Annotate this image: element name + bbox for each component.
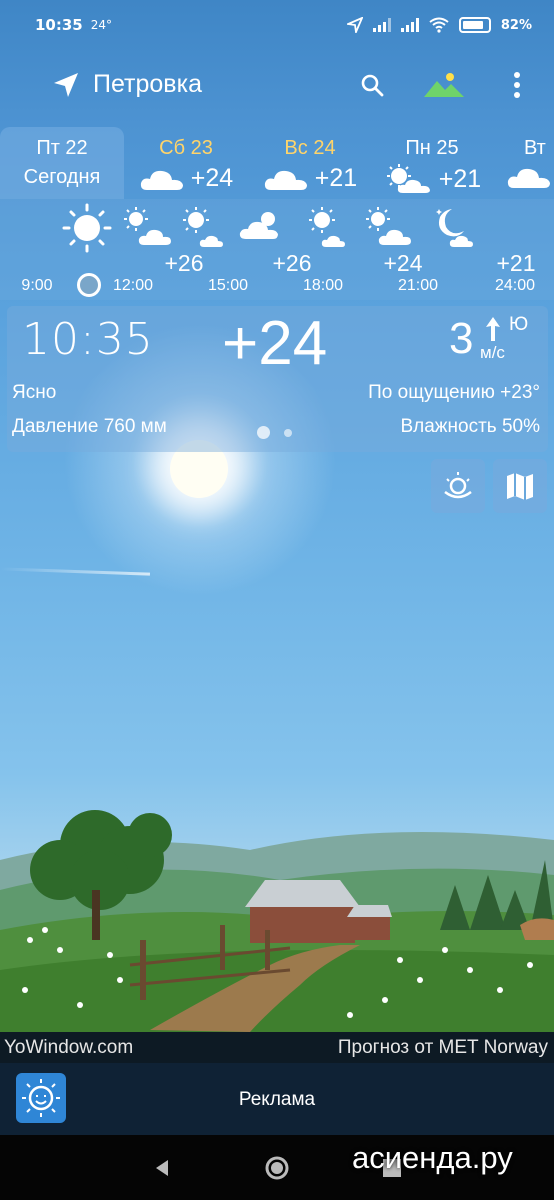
cloud-icon bbox=[264, 170, 307, 190]
location-arrow-icon bbox=[346, 17, 363, 33]
sun-cloud-icon bbox=[124, 207, 171, 245]
day-name: Вс 24 bbox=[284, 137, 336, 159]
current-time-marker[interactable] bbox=[77, 273, 101, 297]
hourly-time: 15:00 bbox=[207, 277, 249, 294]
more-vert-icon bbox=[514, 72, 520, 98]
status-icons: 82% bbox=[346, 17, 532, 33]
more-options-button[interactable] bbox=[500, 68, 534, 102]
cloud-icon bbox=[507, 168, 550, 188]
day-tab-sat[interactable]: Сб 23 +24 bbox=[126, 127, 246, 199]
page-indicator bbox=[257, 426, 292, 439]
cloud-icon bbox=[140, 170, 183, 190]
day-today-label: Сегодня bbox=[23, 166, 101, 188]
page-dot-active bbox=[257, 426, 270, 439]
condition-text: Ясно bbox=[12, 382, 57, 403]
map-button[interactable] bbox=[493, 459, 547, 513]
day-tab-tue[interactable]: Вт bbox=[500, 127, 554, 199]
sun-cloud-icon bbox=[386, 164, 430, 193]
hourly-time: 12:00 bbox=[112, 277, 154, 294]
hourly-time: 18:00 bbox=[302, 277, 344, 294]
pressure-text: Давление 760 мм bbox=[12, 416, 167, 437]
city-name[interactable]: Петровка bbox=[93, 70, 202, 99]
map-icon bbox=[507, 473, 533, 500]
wind-speed: 3 bbox=[449, 314, 474, 363]
wifi-icon bbox=[429, 17, 449, 33]
day-tab-today[interactable]: Пт 22 Сегодня bbox=[0, 127, 124, 199]
watermark: асиенда.ру bbox=[352, 1140, 513, 1175]
search-button[interactable] bbox=[355, 68, 389, 102]
signal-icon-2 bbox=[400, 18, 419, 32]
wind-direction: Ю bbox=[509, 314, 529, 335]
day-name: Пт 22 bbox=[36, 137, 88, 159]
humidity-text: Влажность 50% bbox=[400, 416, 540, 437]
day-temp: +21 bbox=[438, 164, 482, 193]
home-icon[interactable] bbox=[263, 1154, 291, 1182]
page-dot bbox=[284, 428, 292, 437]
cloud-sun-icon bbox=[239, 212, 278, 239]
day-tab-sun[interactable]: Вс 24 +21 bbox=[250, 127, 370, 199]
sun-cloud-icon bbox=[366, 207, 411, 245]
brand-link[interactable]: YoWindow.com bbox=[4, 1037, 133, 1059]
feels-like-text: По ощущению +23° bbox=[368, 382, 540, 403]
back-icon[interactable] bbox=[148, 1154, 176, 1182]
day-temp: +24 bbox=[190, 164, 234, 192]
day-tab-mon[interactable]: Пн 25 +21 bbox=[372, 127, 492, 199]
day-name: Пн 25 bbox=[405, 137, 459, 159]
sun-orbit-icon bbox=[444, 472, 472, 499]
ad-label: Реклама bbox=[238, 1089, 316, 1110]
forecast-provider[interactable]: Прогноз от MET Norway bbox=[338, 1037, 548, 1059]
hourly-temp: +26 bbox=[272, 250, 312, 276]
status-time: 10:35 bbox=[35, 16, 83, 34]
battery-fill bbox=[462, 21, 483, 29]
hourly-temp: +21 bbox=[496, 250, 536, 276]
battery-icon bbox=[458, 17, 491, 33]
hourly-time: 9:00 bbox=[21, 277, 53, 294]
wind-unit: м/с bbox=[480, 343, 505, 362]
landscape-illustration bbox=[0, 810, 554, 1032]
battery-percent: 82% bbox=[500, 17, 532, 33]
current-conditions-panel[interactable]: 10:35 +24 3 Ю м/с Ясно По ощущению +23° … bbox=[7, 306, 548, 452]
day-name: Сб 23 bbox=[159, 137, 213, 159]
ad-banner[interactable]: Реклама bbox=[0, 1063, 554, 1135]
status-bar: 10:35 24 ° 82% bbox=[0, 0, 554, 50]
sun-path-button[interactable] bbox=[431, 459, 485, 513]
status-temp-badge: 24 bbox=[90, 18, 107, 32]
landscape-icon bbox=[424, 73, 464, 97]
day-temp: +21 bbox=[314, 164, 358, 192]
landscape-button[interactable] bbox=[422, 68, 466, 102]
current-temperature: +24 bbox=[222, 309, 328, 378]
app-toolbar: Петровка bbox=[0, 58, 554, 112]
sun-icon bbox=[62, 203, 112, 253]
wind-arrow-icon bbox=[486, 317, 500, 341]
credits-bar: YoWindow.com Прогноз от MET Norway bbox=[0, 1032, 554, 1063]
sun-cloud-icon bbox=[183, 207, 223, 247]
moon-cloud-icon bbox=[436, 209, 473, 247]
search-icon bbox=[361, 74, 384, 97]
hourly-temp: +26 bbox=[164, 250, 204, 276]
sun-cloud-icon bbox=[309, 207, 345, 247]
location-arrow-icon[interactable] bbox=[52, 71, 80, 99]
current-time: 10:35 bbox=[22, 314, 154, 365]
hourly-temp: +24 bbox=[383, 250, 423, 276]
hourly-time: 21:00 bbox=[397, 277, 439, 294]
signal-icon bbox=[372, 18, 391, 32]
daily-forecast-strip: Пт 22 Сегодня Сб 23 +24 Вс 24 +21 Пн 25 … bbox=[0, 127, 554, 199]
degree-icon: ° bbox=[106, 18, 113, 32]
hourly-time: 24:00 bbox=[494, 277, 536, 294]
day-name: Вт bbox=[524, 137, 546, 159]
